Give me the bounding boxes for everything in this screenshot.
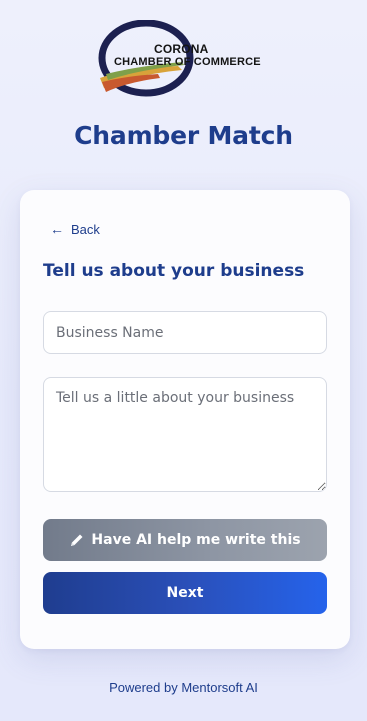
arrow-left-icon: ←: [50, 221, 64, 237]
ai-help-button[interactable]: Have AI help me write this: [43, 519, 327, 561]
ai-help-label: Have AI help me write this: [91, 532, 301, 548]
business-form-card: ← Back Tell us about your business Have …: [20, 190, 350, 649]
logo-text-chamber: CHAMBER OF COMMERCE: [114, 56, 261, 68]
business-name-input[interactable]: [43, 311, 327, 354]
section-heading: Tell us about your business: [43, 261, 305, 281]
back-label: Back: [71, 221, 100, 237]
business-description-input[interactable]: [43, 377, 327, 492]
app-title: Chamber Match: [74, 121, 293, 150]
logo-text-corona: CORONA: [154, 42, 209, 56]
powered-by-footer: Powered by Mentorsoft AI: [109, 680, 258, 695]
corona-chamber-logo: CORONA CHAMBER OF COMMERCE: [98, 20, 278, 98]
pencil-icon: [71, 534, 83, 546]
next-button[interactable]: Next: [43, 572, 327, 614]
back-link[interactable]: ← Back: [50, 220, 100, 238]
